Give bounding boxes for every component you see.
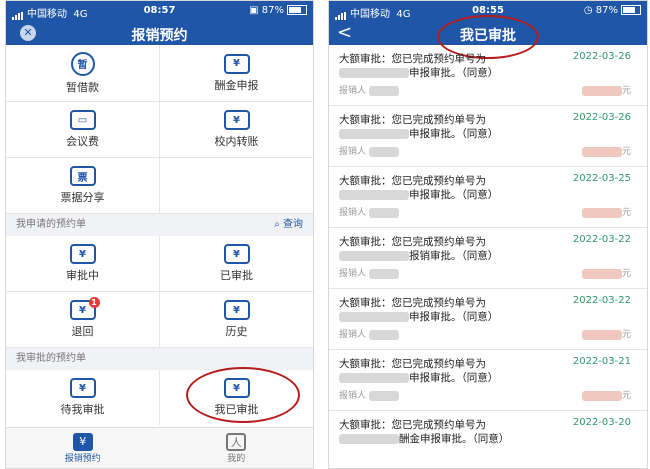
right-screen: 中国移动 4G 08:55 ◷ 87% < 我已审批 大额审批：您已完成预约单号… <box>328 0 648 469</box>
computer-icon: ▭ <box>69 110 96 130</box>
list-item[interactable]: 大额审批：您已完成预约单号为 申报审批。（同意） 报销人 2022-03-25 … <box>329 167 647 228</box>
list-item[interactable]: 大额审批：您已完成预约单号为 酬金申报审批。（同意） 2022-03-20 <box>329 411 647 468</box>
list-item[interactable]: 大额审批：您已完成预约单号为 报销审批。（同意） 报销人 2022-03-22 … <box>329 228 647 289</box>
unread-badge: 1 <box>88 297 100 308</box>
page-title: 报销预约 <box>131 28 188 44</box>
remuneration-icon: ¥ <box>223 53 250 74</box>
loan-icon: 暂 <box>70 51 95 76</box>
search-icon: ⌕ <box>274 219 280 230</box>
battery-icon <box>621 5 641 15</box>
awaiting-doc-icon: ¥ <box>69 378 96 398</box>
list-item[interactable]: 大额审批：您已完成预约单号为 申报审批。（同意） 报销人 2022-03-21 … <box>329 350 647 411</box>
grid-item-empty <box>160 158 313 213</box>
highlight-circle-left <box>186 367 300 423</box>
nav-bar: ✕ 报销预约 <box>6 21 313 45</box>
section-my-approvals: 我审批的预约单 <box>6 348 313 370</box>
list-item[interactable]: 大额审批：您已完成预约单号为 申报审批。（同意） 报销人 2022-03-26 … <box>329 106 647 167</box>
tab-bar: ¥ 报销预约 人 我的 <box>6 427 313 468</box>
section-my-applications: 我申请的预约单 ⌕ 查询 <box>6 214 313 236</box>
tab-reimbursement[interactable]: ¥ 报销预约 <box>6 428 160 468</box>
grid-item-loan[interactable]: 暂 暂借款 <box>6 45 160 101</box>
battery-indicator: ◷ 87% <box>584 5 641 16</box>
returned-doc-icon: ¥1 <box>69 297 100 320</box>
list-item[interactable]: 大额审批：您已完成预约单号为 申报审批。（同意） 报销人 2022-03-22 … <box>329 289 647 350</box>
grid-item-meeting-fee[interactable]: ▭ 会议费 <box>6 102 160 157</box>
tab-mine[interactable]: 人 我的 <box>160 428 314 468</box>
approved-doc-icon: ¥ <box>223 244 250 264</box>
pending-doc-icon: ¥ <box>69 244 96 264</box>
grid-item-remuneration[interactable]: ¥ 酬金申报 <box>160 45 313 101</box>
battery-indicator: ▣ 87% <box>249 5 307 16</box>
feature-grid: 暂 暂借款 ¥ 酬金申报 ▭ 会议费 ¥ 校内转账 票 票据分享 我申请的预约单… <box>6 45 313 425</box>
yuan-icon: ¥ <box>72 432 93 451</box>
battery-icon <box>287 5 307 15</box>
invoice-icon: 票 <box>69 166 96 186</box>
alarm-icon: ◷ <box>583 5 593 16</box>
left-screen: 中国移动 4G 08:57 ▣ 87% ✕ 报销预约 暂 暂借款 ¥ 酬金申报 … <box>5 0 314 469</box>
transfer-icon: ¥ <box>223 110 250 130</box>
grid-item-in-approval[interactable]: ¥ 审批中 <box>6 236 160 291</box>
status-bar: 中国移动 4G 08:57 ▣ 87% <box>6 1 313 21</box>
approval-list: 大额审批：您已完成预约单号为 申报审批。（同意） 报销人 2022-03-26 … <box>329 45 647 468</box>
grid-item-approved[interactable]: ¥ 已审批 <box>160 236 313 291</box>
grid-item-invoice-share[interactable]: 票 票据分享 <box>6 158 160 213</box>
user-icon: 人 <box>226 432 247 451</box>
history-doc-icon: ¥ <box>223 300 250 320</box>
alarm-icon: ▣ <box>249 5 259 16</box>
grid-item-internal-transfer[interactable]: ¥ 校内转账 <box>160 102 313 157</box>
grid-item-returned[interactable]: ¥1 退回 <box>6 292 160 347</box>
grid-item-awaiting-my-approval[interactable]: ¥ 待我审批 <box>6 370 160 425</box>
query-button[interactable]: ⌕ 查询 <box>274 214 303 236</box>
list-item[interactable]: 大额审批：您已完成预约单号为 申报审批。（同意） 报销人 2022-03-26 … <box>329 45 647 106</box>
grid-item-history[interactable]: ¥ 历史 <box>160 292 313 347</box>
